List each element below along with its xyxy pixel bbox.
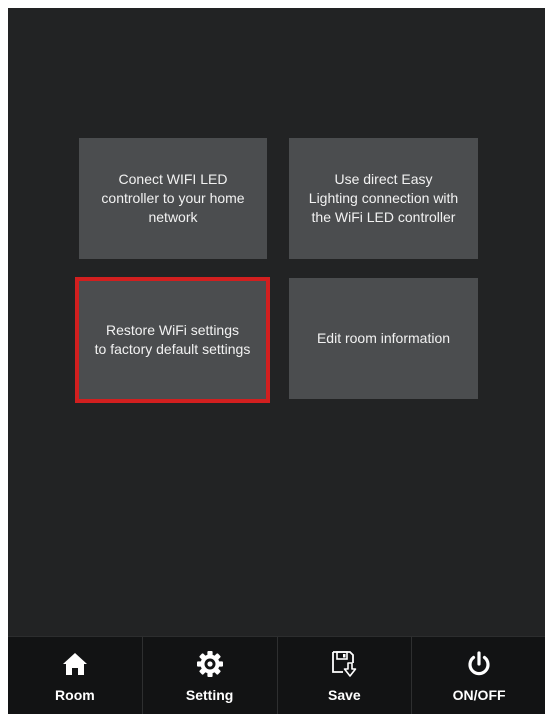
- edit-room-tile[interactable]: Edit room information: [289, 278, 478, 399]
- connect-wifi-tile[interactable]: Conect WIFI LED controller to your home …: [79, 138, 267, 259]
- tab-setting[interactable]: Setting: [141, 637, 277, 714]
- direct-connection-label: Use direct Easy Lighting connection with…: [308, 171, 459, 225]
- tab-save[interactable]: Save: [276, 637, 412, 714]
- tab-setting-label: Setting: [185, 687, 234, 703]
- tab-save-label: Save: [328, 687, 361, 703]
- power-icon: [465, 650, 493, 678]
- restore-factory-settings-label: Restore WiFi settings to factory default…: [94, 322, 251, 357]
- edit-room-label: Edit room information: [316, 330, 451, 346]
- tab-room-label: Room: [55, 687, 95, 703]
- home-icon: [61, 650, 89, 678]
- restore-factory-settings-tile[interactable]: Restore WiFi settings to factory default…: [75, 277, 270, 403]
- connect-wifi-label: Conect WIFI LED controller to your home …: [101, 171, 245, 225]
- bottom-tab-bar: Room Setting Save ON/OFF: [8, 636, 545, 714]
- direct-connection-tile[interactable]: Use direct Easy Lighting connection with…: [289, 138, 478, 259]
- tab-on-off[interactable]: ON/OFF: [411, 637, 545, 714]
- gear-icon: [196, 650, 224, 678]
- save-icon: [330, 650, 358, 678]
- tab-on-off-label: ON/OFF: [452, 687, 506, 703]
- tab-room[interactable]: Room: [8, 637, 142, 714]
